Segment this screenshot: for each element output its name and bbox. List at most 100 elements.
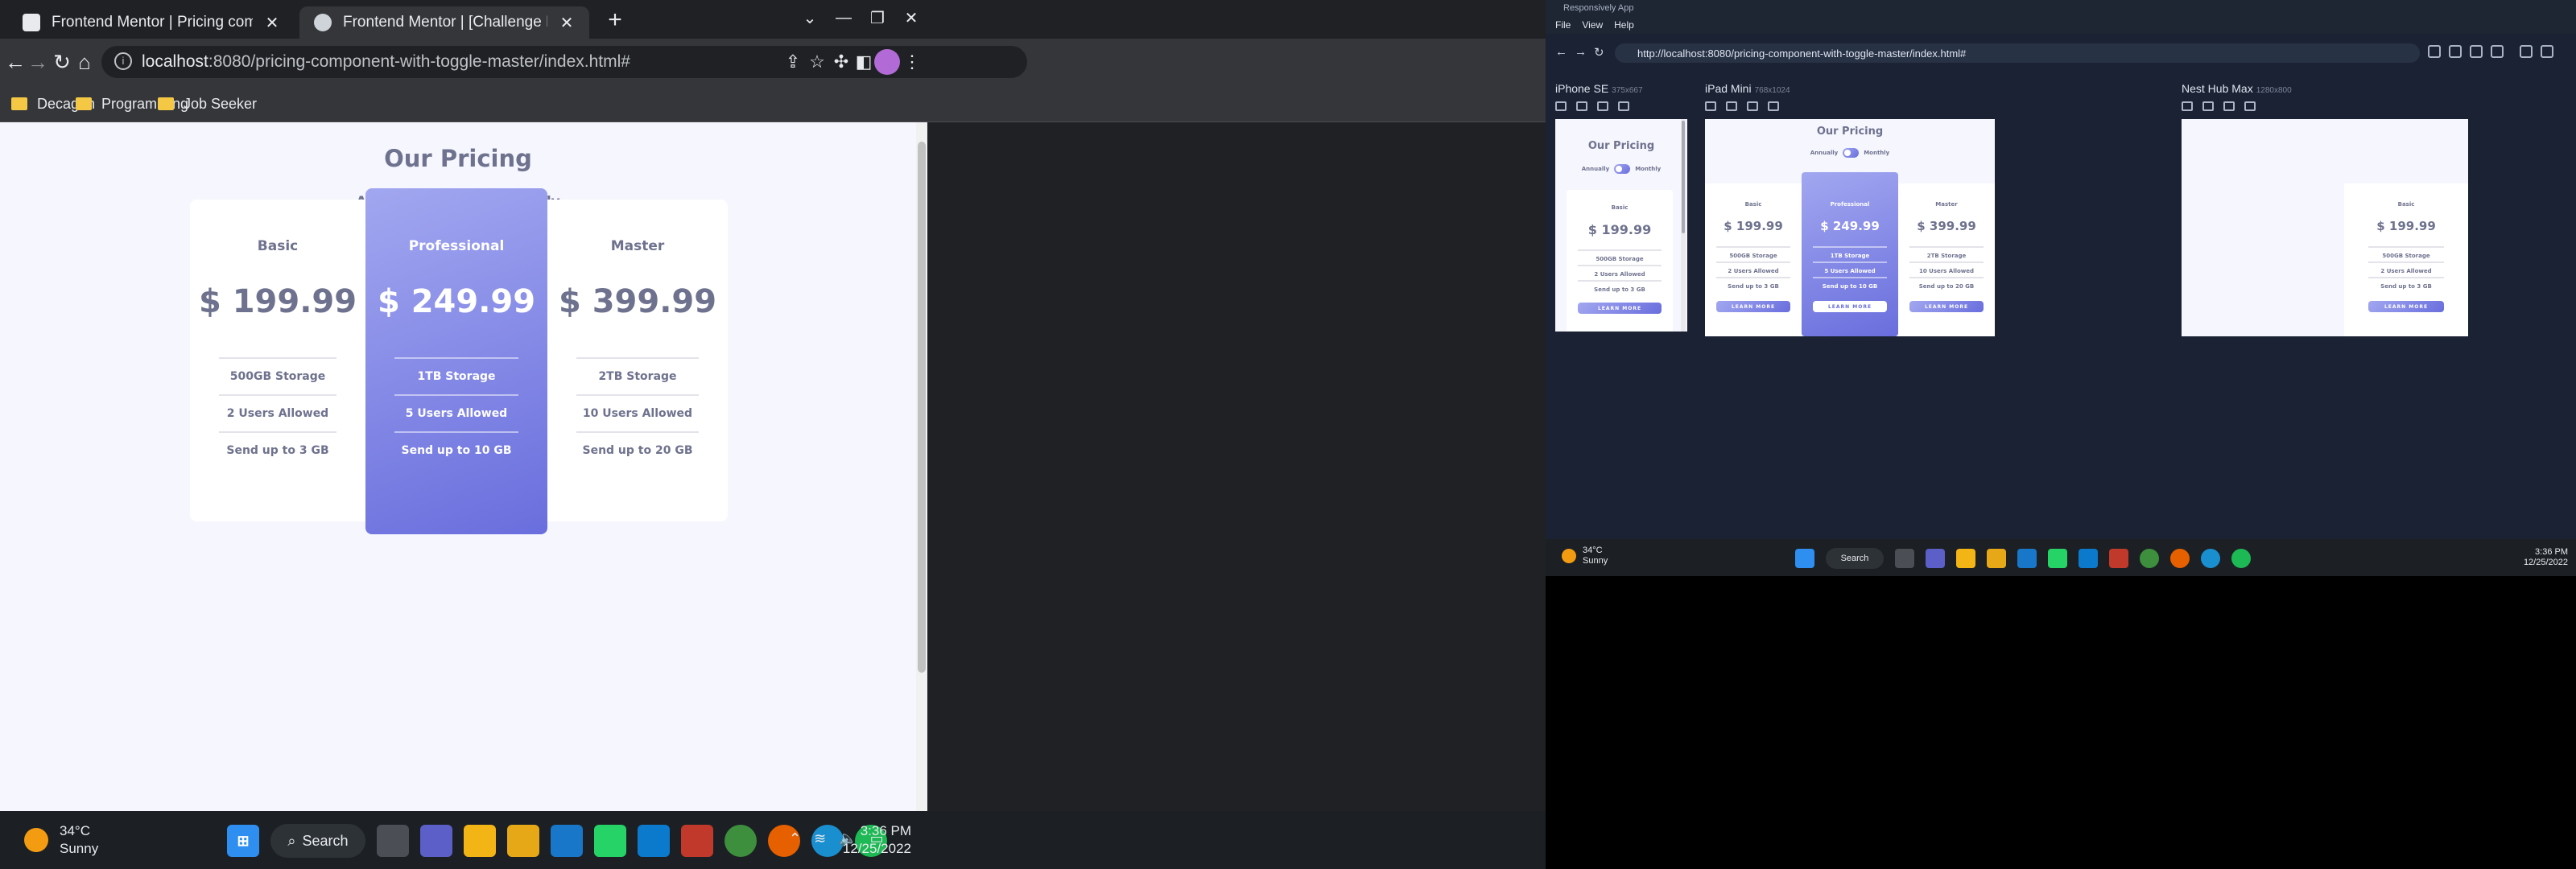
- share-icon[interactable]: ⇪: [781, 50, 805, 74]
- firefox-icon[interactable]: [2170, 549, 2190, 568]
- mail-icon[interactable]: [2017, 549, 2037, 568]
- plan-feature: 1TB Storage: [1813, 246, 1887, 259]
- extensions-puzzle-icon[interactable]: ✣: [829, 50, 853, 74]
- search-label: Search: [302, 832, 349, 849]
- redis-app-icon[interactable]: [681, 825, 713, 857]
- chrome-icon[interactable]: [724, 825, 757, 857]
- menu-file[interactable]: File: [1555, 19, 1571, 31]
- edge-icon[interactable]: [2201, 549, 2220, 568]
- weather-widget[interactable]: 34°C Sunny: [24, 822, 98, 858]
- windows-start-icon[interactable]: [1795, 549, 1814, 568]
- file-explorer-icon[interactable]: [507, 825, 539, 857]
- whatsapp-icon[interactable]: [2048, 549, 2067, 568]
- annually-label: Annually: [1581, 166, 1610, 172]
- app-url-input[interactable]: http://localhost:8080/pricing-component-…: [1615, 43, 2420, 63]
- billing-toggle-switch[interactable]: [1614, 164, 1631, 174]
- side-panel-icon[interactable]: ◧: [852, 50, 876, 74]
- bookmark-star-icon[interactable]: ☆: [805, 50, 829, 74]
- billing-toggle-row: Annually Monthly: [1705, 148, 1995, 158]
- home-icon[interactable]: ⌂: [71, 48, 98, 76]
- microsoft-store-icon[interactable]: [1956, 549, 1975, 568]
- ipad-mini-preview: Our Pricing Annually Monthly Basic $ 199…: [1705, 119, 1995, 336]
- microsoft-store-icon[interactable]: [464, 825, 496, 857]
- menu-help[interactable]: Help: [1614, 19, 1634, 31]
- layout-icon[interactable]: [2520, 45, 2533, 58]
- windows-start-icon[interactable]: ⊞: [227, 825, 259, 857]
- page-title: Our Pricing: [1816, 126, 1884, 138]
- plan-card-basic: Basic $ 199.99 500GB Storage 2 Users All…: [1705, 183, 1802, 336]
- taskbar-clock[interactable]: 3:36 PM 12/25/2022: [2496, 547, 2568, 568]
- back-arrow-icon[interactable]: ←: [1555, 45, 1567, 59]
- rotate-icon[interactable]: [2470, 45, 2483, 58]
- taskbar-clock[interactable]: 3:36 PM 12/25/2022: [837, 822, 911, 858]
- clock-time: 3:36 PM: [860, 823, 911, 838]
- scrollbar-thumb[interactable]: [918, 142, 926, 673]
- weather-widget[interactable]: 34°C Sunny: [1562, 546, 1608, 566]
- page-title: Our Pricing: [384, 145, 532, 172]
- weather-condition: Sunny: [1583, 556, 1608, 566]
- vscode-icon[interactable]: [2079, 549, 2098, 568]
- task-view-icon[interactable]: [377, 825, 409, 857]
- device-camera-icon[interactable]: [2202, 101, 2214, 111]
- device-screenshot-icon[interactable]: [1555, 101, 1567, 111]
- device-rotate-icon[interactable]: [1747, 101, 1758, 111]
- tab-challenge[interactable]: Frontend Mentor | [Challenge Na ✕: [299, 6, 589, 39]
- plan-feature: 2 Users Allowed: [219, 394, 336, 420]
- vscode-icon[interactable]: [638, 825, 670, 857]
- scrollbar-thumb[interactable]: [1682, 121, 1685, 233]
- kebab-menu-icon[interactable]: ⋮: [900, 50, 924, 74]
- url-host: localhost: [142, 52, 208, 71]
- billing-toggle-switch[interactable]: [1843, 148, 1860, 158]
- device-scrollbar[interactable]: [1681, 119, 1686, 332]
- screenshot-icon[interactable]: [2428, 45, 2441, 58]
- task-view-icon[interactable]: [1895, 549, 1914, 568]
- plan-feature: Send up to 10 GB: [1813, 277, 1887, 290]
- folder-icon: [11, 97, 27, 110]
- new-tab-icon[interactable]: +: [602, 8, 628, 34]
- tab-pricing-component[interactable]: Frontend Mentor | Pricing compo ✕: [8, 6, 295, 39]
- learn-more-button[interactable]: LEARN MORE: [2368, 301, 2444, 312]
- whatsapp-icon[interactable]: [594, 825, 626, 857]
- bookmark-job-seeker[interactable]: Job Seeker: [158, 92, 257, 116]
- file-explorer-icon[interactable]: [1987, 549, 2006, 568]
- device-devtools-icon[interactable]: [1768, 101, 1779, 111]
- device-devtools-icon[interactable]: [2244, 101, 2256, 111]
- device-toolbar: [2182, 101, 2256, 111]
- globe-favicon-icon: [314, 14, 332, 31]
- camera-icon[interactable]: [2449, 45, 2462, 58]
- settings-icon[interactable]: [2541, 45, 2553, 58]
- chevron-up-icon[interactable]: ⌃: [789, 830, 801, 847]
- taskbar-search[interactable]: ⌕ Search: [270, 824, 365, 858]
- wifi-icon[interactable]: ≋: [814, 830, 826, 847]
- device-screenshot-icon[interactable]: [1705, 101, 1716, 111]
- device-camera-icon[interactable]: [1576, 101, 1587, 111]
- reload-icon[interactable]: ↻: [1594, 45, 1604, 60]
- taskbar-search[interactable]: Search: [1826, 548, 1884, 569]
- menu-view[interactable]: View: [1582, 19, 1603, 31]
- site-info-icon[interactable]: i: [114, 52, 132, 70]
- page-scrollbar[interactable]: [916, 122, 927, 811]
- close-window-icon[interactable]: ✕: [887, 0, 935, 35]
- spotify-icon[interactable]: [2231, 549, 2251, 568]
- home-icon[interactable]: [2491, 45, 2504, 58]
- chrome-icon[interactable]: [2140, 549, 2159, 568]
- device-screenshot-icon[interactable]: [2182, 101, 2193, 111]
- device-rotate-icon[interactable]: [2223, 101, 2235, 111]
- forward-arrow-icon[interactable]: →: [24, 48, 52, 76]
- device-devtools-icon[interactable]: [1618, 101, 1629, 111]
- learn-more-button[interactable]: LEARN MORE: [1909, 301, 1984, 312]
- device-camera-icon[interactable]: [1726, 101, 1737, 111]
- mail-icon[interactable]: [551, 825, 583, 857]
- redis-app-icon[interactable]: [2109, 549, 2128, 568]
- close-tab-icon[interactable]: ✕: [264, 13, 280, 33]
- learn-more-button[interactable]: LEARN MORE: [1716, 301, 1790, 312]
- teams-chat-icon[interactable]: [420, 825, 452, 857]
- plan-feature: 5 Users Allowed: [394, 394, 518, 420]
- profile-avatar[interactable]: [874, 49, 900, 75]
- learn-more-button[interactable]: LEARN MORE: [1813, 301, 1887, 312]
- forward-arrow-icon[interactable]: →: [1575, 45, 1587, 59]
- learn-more-button[interactable]: LEARN MORE: [1578, 303, 1662, 314]
- close-tab-icon[interactable]: ✕: [559, 13, 575, 33]
- device-rotate-icon[interactable]: [1597, 101, 1608, 111]
- teams-chat-icon[interactable]: [1926, 549, 1945, 568]
